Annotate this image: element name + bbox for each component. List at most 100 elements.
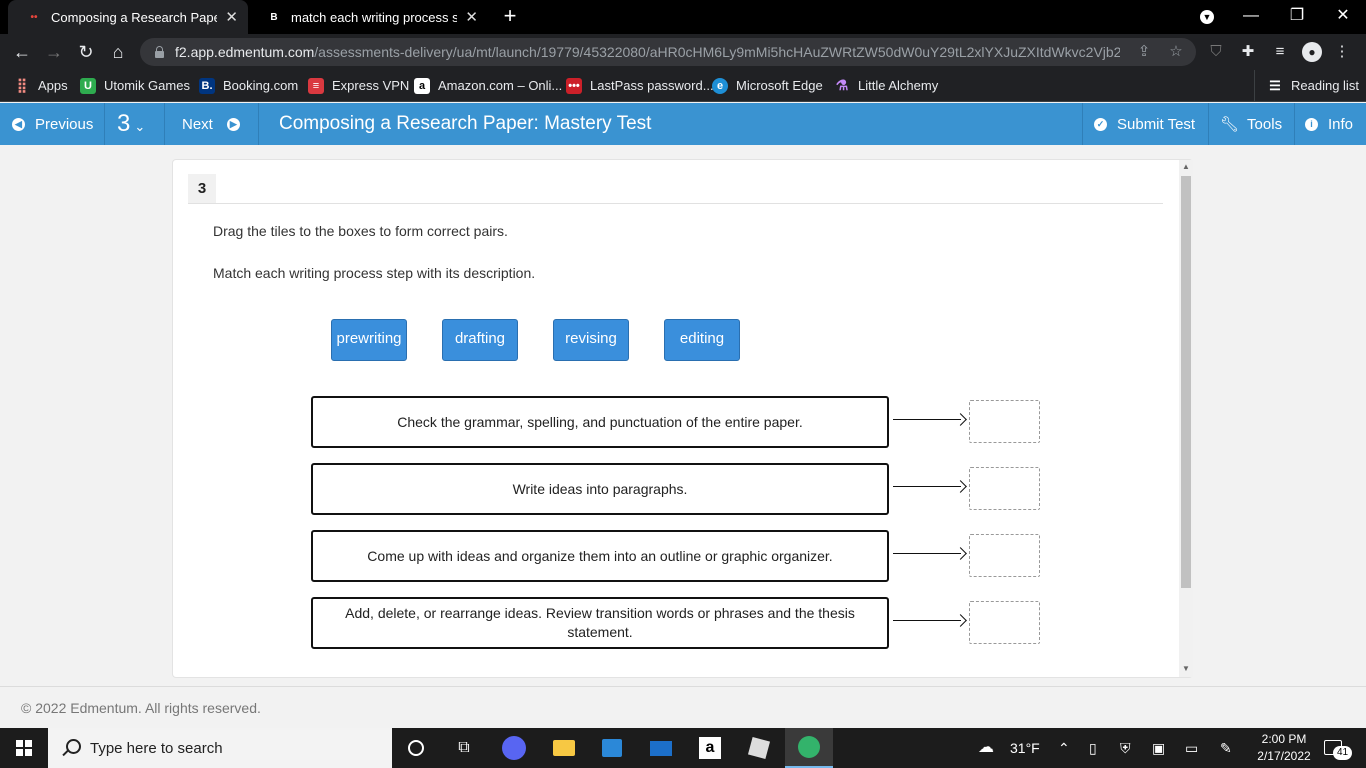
share-icon[interactable]: ⇪ — [1132, 38, 1156, 66]
bookmark-little-alchemy[interactable]: ⚗ Little Alchemy — [834, 70, 938, 101]
bookmark-amazon[interactable]: a Amazon.com – Onli... — [414, 70, 562, 101]
drop-target-1[interactable] — [969, 400, 1040, 443]
bookmark-lastpass[interactable]: ••• LastPass password... — [566, 70, 714, 101]
amazon-icon: a — [414, 77, 430, 94]
shield-extension-icon[interactable]: ⛉ — [1205, 41, 1227, 63]
booking-icon: B. — [199, 77, 215, 94]
windows-logo-icon — [16, 740, 32, 756]
file-explorer-folder-icon[interactable] — [540, 728, 588, 768]
show-hidden-icons-chevron-icon[interactable]: ⌃ — [1058, 728, 1070, 768]
restore-icon[interactable]: ❐ — [1274, 0, 1320, 34]
profile-avatar-icon[interactable]: ● — [1301, 41, 1323, 63]
bookmark-label: Little Alchemy — [858, 78, 939, 93]
minimize-icon[interactable]: — — [1228, 0, 1274, 34]
windows-taskbar: Type here to search ⧉ a ☁ 31°F ⌃ ▯ ⛨ ▣ ▭… — [0, 728, 1366, 768]
submit-test-button[interactable]: ✓ Submit Test — [1094, 103, 1195, 145]
tile-revising[interactable]: revising — [553, 319, 629, 361]
cortana-circle-icon[interactable] — [392, 728, 440, 768]
tile-drafting[interactable]: drafting — [442, 319, 518, 361]
divider — [188, 203, 1163, 204]
microsoft-store-icon[interactable] — [588, 728, 636, 768]
edge-browser-taskbar-icon[interactable] — [785, 728, 833, 768]
network-icon[interactable]: ▣ — [1152, 728, 1165, 768]
close-tab-icon[interactable]: ✕ — [225, 8, 238, 26]
next-label: Next — [182, 115, 213, 133]
roblox-app-icon[interactable] — [735, 728, 783, 768]
scroll-down-arrow-icon[interactable]: ▼ — [1179, 662, 1193, 676]
reload-icon[interactable]: ↻ — [72, 39, 100, 65]
tile-editing[interactable]: editing — [664, 319, 740, 361]
info-label: Info — [1328, 115, 1354, 133]
media-queue-icon[interactable]: ≡ — [1269, 41, 1291, 63]
start-button[interactable] — [0, 728, 48, 768]
toolbar-divider — [1082, 103, 1083, 145]
tools-button[interactable]: 🔧︎ Tools — [1220, 103, 1282, 145]
more-menu-icon[interactable]: ⋮ — [1331, 41, 1353, 63]
search-icon — [62, 739, 81, 757]
extensions-puzzle-icon[interactable]: ✚ — [1237, 41, 1259, 63]
forward-arrow-icon[interactable]: → — [40, 39, 68, 65]
chevron-down-icon: ⌄ — [134, 119, 146, 134]
next-arrow-icon: ▶ — [226, 117, 240, 131]
description-4: Add, delete, or rearrange ideas. Review … — [311, 597, 889, 649]
tools-label: Tools — [1247, 115, 1283, 133]
bookmark-star-icon[interactable]: ☆ — [1164, 38, 1188, 66]
submit-label: Submit Test — [1117, 115, 1196, 133]
task-view-icon[interactable]: ⧉ — [440, 728, 488, 768]
right-arrow-icon — [893, 413, 967, 426]
mail-envelope-icon[interactable] — [637, 728, 685, 768]
battery-icon[interactable]: ▭ — [1185, 728, 1198, 768]
tab-search-icon[interactable]: ▼ — [1184, 0, 1230, 34]
taskbar-search-box[interactable]: Type here to search — [48, 728, 392, 768]
drop-target-3[interactable] — [969, 534, 1040, 577]
bookmark-utomik[interactable]: U Utomik Games — [80, 70, 190, 101]
weather-cloud-icon[interactable]: ☁ — [978, 728, 994, 768]
home-icon[interactable]: ⌂ — [104, 39, 132, 65]
browser-tab-active[interactable]: •• Composing a Research Paper: Ma ✕ — [8, 0, 248, 34]
system-clock[interactable]: 2:00 PM 2/17/2022 — [1256, 731, 1312, 765]
bookmark-booking[interactable]: B. Booking.com — [199, 70, 298, 101]
test-title: Composing a Research Paper: Mastery Test — [279, 113, 652, 134]
scrollbar[interactable]: ▲ ▼ — [1179, 160, 1193, 677]
lastpass-icon: ••• — [566, 77, 582, 94]
lock-icon[interactable] — [154, 46, 165, 58]
question-number-badge: 3 — [188, 174, 216, 204]
notification-count-badge: 41 — [1333, 746, 1352, 760]
close-tab-icon[interactable]: ✕ — [465, 8, 478, 26]
drop-target-4[interactable] — [969, 601, 1040, 644]
scroll-up-arrow-icon[interactable]: ▲ — [1179, 160, 1193, 174]
next-button[interactable]: Next ▶ — [182, 103, 240, 145]
new-tab-plus-icon[interactable]: + — [498, 4, 522, 28]
bookmark-edge[interactable]: e Microsoft Edge — [712, 70, 823, 101]
back-arrow-icon[interactable]: ← — [8, 39, 36, 65]
edmentum-favicon: •• — [30, 11, 38, 23]
toolbar-divider — [104, 103, 105, 145]
url-omnibox[interactable]: f2.app.edmentum.com /assessments-deliver… — [140, 38, 1196, 66]
question-selector[interactable]: 3 ⌄ — [117, 103, 145, 145]
reading-list-button[interactable]: ☰ Reading list — [1254, 70, 1359, 101]
drop-target-2[interactable] — [969, 467, 1040, 510]
tile-prewriting[interactable]: prewriting — [331, 319, 407, 361]
bookmark-apps[interactable]: ⣿ Apps — [14, 70, 68, 101]
bookmark-label: LastPass password... — [590, 78, 714, 93]
info-button[interactable]: i Info — [1305, 103, 1353, 145]
pen-workspace-icon[interactable]: ✎ — [1220, 728, 1232, 768]
clock-time: 2:00 PM — [1261, 732, 1307, 746]
notification-center-button[interactable]: 41 — [1324, 728, 1352, 768]
touchpad-icon[interactable]: ▯ — [1089, 728, 1097, 768]
tab-title: match each writing process step — [291, 9, 458, 25]
description-3: Come up with ideas and organize them int… — [311, 530, 889, 582]
bookmark-label: Apps — [38, 78, 68, 93]
amazon-app-icon[interactable]: a — [686, 728, 734, 768]
browser-tab[interactable]: B match each writing process step ✕ — [248, 0, 488, 34]
weather-temperature[interactable]: 31°F — [1010, 728, 1040, 768]
flask-icon: ⚗ — [835, 77, 849, 93]
edge-icon: e — [712, 77, 728, 94]
brainly-favicon: B — [270, 11, 278, 23]
discord-app-icon[interactable] — [490, 728, 538, 768]
defender-shield-icon[interactable]: ⛨ — [1120, 728, 1131, 768]
close-window-icon[interactable]: ✕ — [1320, 0, 1366, 34]
scrollbar-thumb[interactable] — [1181, 176, 1191, 588]
bookmark-expressvpn[interactable]: ≡ Express VPN — [308, 70, 409, 101]
previous-button[interactable]: ◀ Previous — [12, 103, 93, 145]
